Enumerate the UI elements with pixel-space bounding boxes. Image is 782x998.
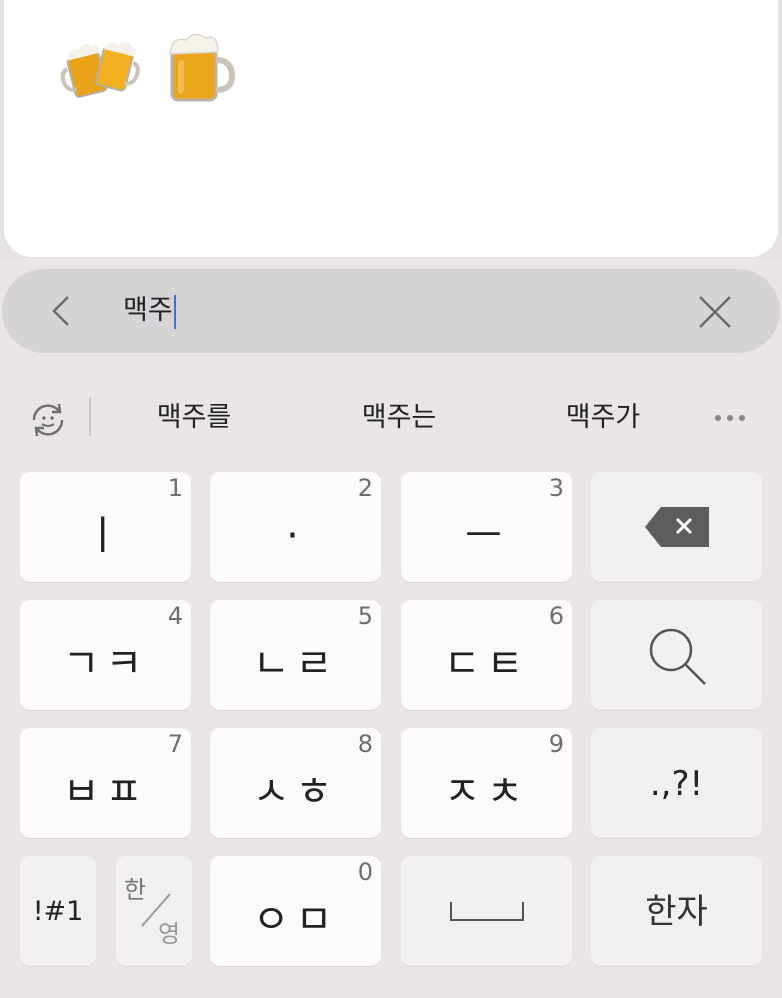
key-label: !#1 [32, 896, 84, 927]
key-consonant-j-ch[interactable]: 9 ㅈㅊ [401, 728, 572, 838]
close-icon[interactable] [694, 291, 736, 333]
punctuation-key[interactable]: .,?! [591, 728, 762, 838]
key-vowel-eu[interactable]: 3 ㅡ [401, 472, 572, 582]
key-label: ㄴㄹ [252, 641, 339, 687]
beer-mug-emoji[interactable] [160, 26, 240, 106]
key-number-hint: 2 [357, 474, 373, 502]
key-label: ㄷㅌ [443, 641, 530, 687]
key-label: ㅅㅎ [252, 769, 339, 815]
suggestion-divider [89, 398, 91, 436]
suggestion-1[interactable]: 맥주를 [104, 398, 284, 438]
search-icon [649, 628, 706, 685]
key-vowel-i[interactable]: 1 ㅣ [20, 472, 191, 582]
key-consonant-n-r[interactable]: 5 ㄴㄹ [210, 600, 381, 710]
clinking-beer-mugs-emoji[interactable] [60, 26, 140, 106]
key-consonant-o-m[interactable]: 0 ㅇㅁ [210, 856, 381, 966]
key-label: 한자 [645, 892, 708, 932]
key-consonant-d-t[interactable]: 6 ㄷㅌ [401, 600, 572, 710]
symbols-key[interactable]: !#1 [20, 856, 96, 966]
backspace-icon [645, 507, 709, 547]
backspace-key[interactable] [591, 472, 762, 582]
key-label: ㅣ [84, 513, 127, 559]
space-key[interactable] [401, 856, 572, 966]
key-number-hint: 7 [167, 730, 183, 758]
lang-eng-label: 영 [158, 920, 181, 948]
key-number-hint: 8 [357, 730, 373, 758]
key-number-hint: 3 [548, 474, 564, 502]
language-switch-key[interactable]: 한 영 [116, 856, 192, 966]
search-key[interactable] [591, 600, 762, 710]
key-label: ㅈㅊ [443, 769, 530, 815]
key-number-hint: 0 [357, 858, 373, 886]
key-number-hint: 5 [357, 602, 373, 630]
hanja-key[interactable]: 한자 [591, 856, 762, 966]
more-options-icon[interactable] [710, 406, 750, 430]
message-preview-panel [4, 0, 778, 257]
search-input[interactable]: 맥주 [123, 293, 176, 329]
key-consonant-g-k[interactable]: 4 ㄱㅋ [20, 600, 191, 710]
key-number-hint: 4 [167, 602, 183, 630]
key-label: ㅇㅁ [252, 897, 339, 943]
key-consonant-b-p[interactable]: 7 ㅂㅍ [20, 728, 191, 838]
suggestion-bar: 맥주를 맥주는 맥주가 [0, 384, 782, 454]
key-consonant-s-h[interactable]: 8 ㅅㅎ [210, 728, 381, 838]
key-number-hint: 9 [548, 730, 564, 758]
suggestion-2[interactable]: 맥주는 [309, 398, 489, 438]
key-number-hint: 1 [167, 474, 183, 502]
emoji-search-bar: 맥주 [2, 269, 780, 353]
text-cursor [173, 294, 176, 329]
key-label: ㄱㅋ [62, 641, 149, 687]
emoji-suggestion-toggle-icon[interactable] [26, 398, 70, 442]
back-chevron-icon[interactable] [42, 291, 82, 331]
key-label: .,?! [649, 764, 704, 804]
key-label: ㅡ [465, 513, 508, 559]
suggestion-3[interactable]: 맥주가 [513, 398, 693, 438]
key-vowel-dot[interactable]: 2 · [210, 472, 381, 582]
key-label: · [286, 513, 305, 559]
search-input-value: 맥주 [123, 295, 173, 326]
key-number-hint: 6 [548, 602, 564, 630]
space-bar-icon [450, 902, 524, 921]
key-label: ㅂㅍ [62, 769, 149, 815]
